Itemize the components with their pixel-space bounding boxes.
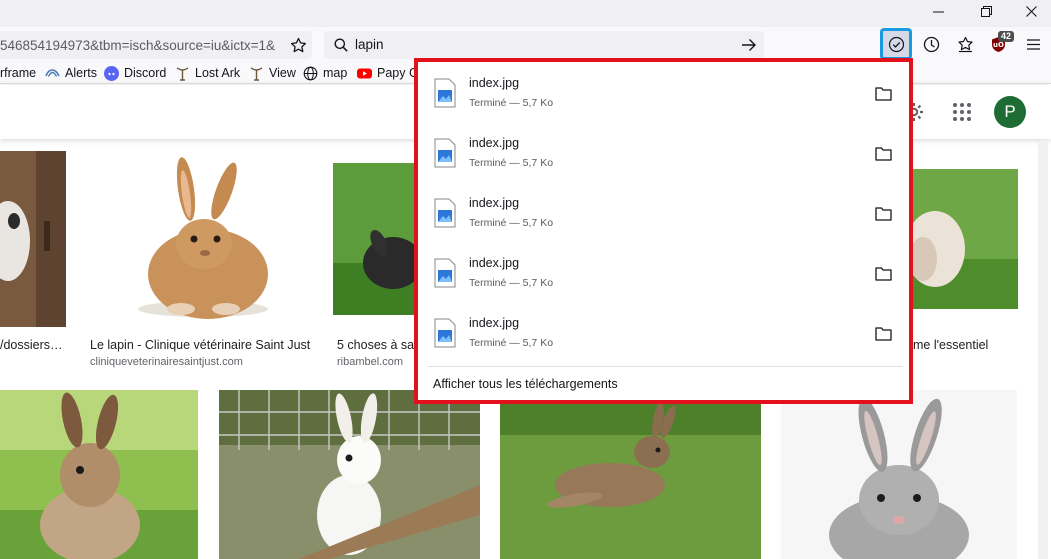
result-source[interactable]: cliniqueveterinairesaintjust.com — [90, 356, 315, 368]
downloads-complete-icon — [888, 36, 904, 52]
result-caption[interactable]: /dossiers… — [0, 338, 66, 352]
image-file-icon — [434, 258, 456, 288]
result-thumbnail[interactable] — [781, 390, 1017, 559]
bookmark-label: Alerts — [65, 66, 97, 80]
navigation-toolbar: 546854194973&tbm=isch&source=iu&ictx=1& … — [0, 27, 1051, 62]
bookmark-item[interactable]: rframe — [0, 64, 36, 82]
download-filename: index.jpg — [469, 256, 520, 270]
folder-icon[interactable] — [875, 86, 892, 101]
rabbit-image — [913, 169, 1018, 309]
download-item[interactable]: index.jpg Terminé — 5,7 Ko — [430, 248, 901, 302]
search-bar[interactable]: lapin — [324, 31, 764, 59]
downloads-panel: index.jpg Terminé — 5,7 Ko index.jpg Ter… — [414, 58, 913, 404]
folder-icon[interactable] — [875, 266, 892, 281]
bookmark-star-icon[interactable] — [290, 37, 307, 54]
rabbit-image — [0, 151, 66, 327]
download-item[interactable]: index.jpg Terminé — 5,7 Ko — [430, 188, 901, 242]
rabbit-image — [86, 149, 313, 329]
restore-button[interactable] — [966, 0, 1006, 22]
globe-icon — [303, 66, 318, 80]
window-titlebar — [0, 0, 1051, 27]
app-menu-button[interactable] — [1019, 30, 1047, 58]
result-thumbnail[interactable] — [0, 390, 198, 559]
bookmark-item[interactable]: Lost Ark — [175, 64, 240, 82]
close-icon — [1025, 5, 1037, 17]
result-source[interactable]: ribambel.com — [337, 356, 414, 368]
url-bar[interactable]: 546854194973&tbm=isch&source=iu&ictx=1& — [0, 31, 312, 59]
download-filename: index.jpg — [469, 196, 520, 210]
alerts-icon — [45, 68, 60, 77]
result-thumbnail[interactable] — [333, 163, 416, 315]
youtube-icon — [357, 68, 372, 78]
folder-icon[interactable] — [875, 146, 892, 161]
history-button[interactable] — [917, 30, 945, 58]
download-status: Terminé — 5,7 Ko — [469, 157, 554, 169]
folder-icon[interactable] — [875, 326, 892, 341]
download-filename: index.jpg — [469, 76, 520, 90]
result-thumbnail[interactable] — [500, 390, 761, 559]
download-filename: index.jpg — [469, 136, 520, 150]
account-avatar[interactable]: P — [994, 96, 1026, 128]
folder-icon[interactable] — [875, 206, 892, 221]
image-file-icon — [434, 318, 456, 348]
bookmark-label: Papy G — [377, 66, 419, 80]
download-status: Terminé — 5,7 Ko — [469, 217, 554, 229]
rabbit-image — [781, 390, 1017, 559]
bookmark-label: rframe — [0, 66, 37, 80]
puzzle-star-icon — [957, 36, 973, 52]
lost-ark-icon — [250, 66, 263, 81]
result-thumbnail[interactable] — [219, 390, 480, 559]
rabbit-image — [500, 390, 761, 559]
bookmark-item[interactable]: map — [303, 64, 347, 82]
bookmark-item[interactable]: Papy G — [357, 64, 419, 82]
restore-icon — [980, 5, 992, 17]
downloads-button[interactable] — [880, 28, 912, 60]
result-caption[interactable]: Le lapin - Clinique vétérinaire Saint Ju… — [90, 338, 315, 352]
rabbit-image — [333, 163, 416, 315]
bookmark-label: Discord — [124, 66, 167, 80]
ublock-count-badge: 42 — [998, 31, 1015, 42]
bookmark-item[interactable]: View — [249, 64, 296, 82]
search-query[interactable]: lapin — [355, 37, 384, 52]
result-caption[interactable]: me l'essentiel — [913, 338, 1023, 352]
clock-icon — [923, 36, 939, 52]
close-window-button[interactable] — [1011, 0, 1051, 22]
hamburger-menu-icon — [1026, 38, 1040, 50]
search-icon — [334, 38, 348, 52]
result-thumbnail[interactable] — [86, 149, 313, 329]
go-arrow-icon[interactable] — [741, 38, 757, 52]
download-status: Terminé — 5,7 Ko — [469, 97, 554, 109]
download-item[interactable]: index.jpg Terminé — 5,7 Ko — [430, 308, 901, 362]
image-file-icon — [434, 78, 456, 108]
lost-ark-icon — [176, 66, 189, 81]
minimize-icon — [932, 11, 944, 12]
result-thumbnail[interactable] — [0, 151, 66, 327]
bookmark-label: Lost Ark — [195, 66, 241, 80]
result-caption[interactable]: 5 choses à sa — [337, 338, 414, 352]
download-status: Terminé — 5,7 Ko — [469, 337, 554, 349]
result-thumbnail[interactable] — [913, 169, 1018, 309]
url-text[interactable]: 546854194973&tbm=isch&source=iu&ictx=1& — [0, 38, 282, 54]
discord-icon — [104, 65, 119, 81]
panel-divider — [428, 366, 903, 367]
bookmark-label: View — [269, 66, 296, 80]
rabbit-image — [219, 390, 480, 559]
minimize-button[interactable] — [918, 0, 958, 22]
show-all-downloads-link[interactable]: Afficher tous les téléchargements — [433, 377, 618, 391]
rabbit-image — [0, 390, 198, 559]
image-file-icon — [434, 198, 456, 228]
google-apps-icon[interactable] — [951, 101, 973, 123]
download-filename: index.jpg — [469, 316, 520, 330]
bookmark-item[interactable]: Alerts — [45, 64, 97, 82]
bookmark-item[interactable]: Discord — [104, 64, 166, 82]
extensions-button[interactable] — [951, 30, 979, 58]
bookmark-label: map — [323, 66, 348, 80]
download-item[interactable]: index.jpg Terminé — 5,7 Ko — [430, 68, 901, 122]
download-item[interactable]: index.jpg Terminé — 5,7 Ko — [430, 128, 901, 182]
download-status: Terminé — 5,7 Ko — [469, 277, 554, 289]
image-file-icon — [434, 138, 456, 168]
page-scrollbar[interactable] — [1038, 142, 1048, 559]
